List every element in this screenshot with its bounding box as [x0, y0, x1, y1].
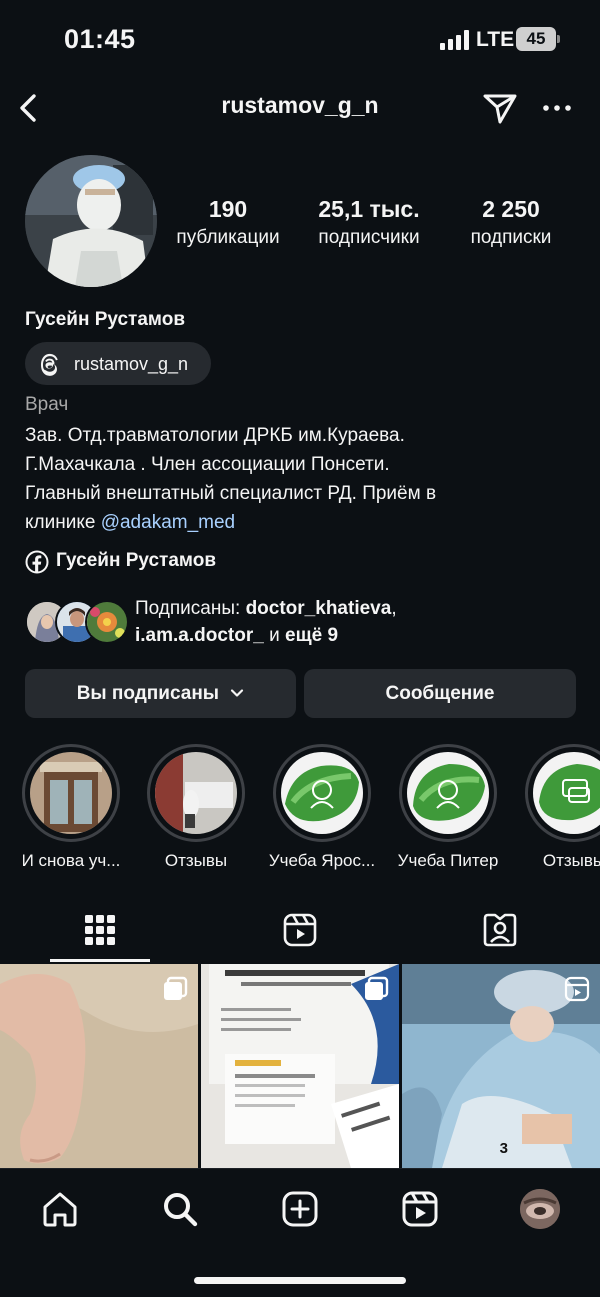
status-bar: 01:45 LTE 45: [0, 0, 600, 80]
mutual-avatars: [25, 600, 129, 644]
tab-posts[interactable]: [0, 900, 200, 962]
followed-by-and: и: [263, 625, 285, 646]
highlight-cover: [533, 752, 600, 834]
grid-post[interactable]: [0, 964, 198, 1168]
network-type: LTE: [476, 28, 515, 51]
threads-icon: [41, 353, 58, 376]
highlight-cover: [30, 752, 112, 834]
grid-icon: [85, 915, 115, 945]
following-count[interactable]: 2 250 подписки: [458, 196, 564, 249]
followed-by-separator: ,: [391, 598, 397, 619]
content-tabs: [0, 900, 600, 962]
posts-count[interactable]: 190 публикации: [166, 196, 290, 249]
reels-icon: [564, 976, 590, 1002]
bio-line: Зав. Отд.травматологии ДРКБ им.Кураева.: [25, 425, 405, 446]
followed-by-prefix: Подписаны:: [135, 598, 246, 619]
bio-line: клинике @adakam_med: [25, 508, 585, 537]
following-button[interactable]: Вы подписаны: [25, 669, 296, 718]
reels-icon: [283, 913, 317, 947]
stat-value: 190: [208, 196, 248, 222]
stat-label: подписчики: [318, 227, 420, 248]
highlight-item[interactable]: И снова уч...: [21, 744, 121, 870]
highlight-ring: [399, 744, 497, 842]
profile-category: Врач: [25, 394, 69, 415]
tab-reels[interactable]: [200, 900, 400, 962]
highlight-ring: [22, 744, 120, 842]
search-icon: [164, 1193, 198, 1227]
bio-line-text: клинике: [25, 512, 101, 533]
profile-full-name: Гусейн Рустамов: [25, 309, 186, 330]
cellular-signal-icon: [440, 30, 469, 50]
followed-by[interactable]: Подписаны: doctor_khatieva, i.am.a.docto…: [25, 595, 585, 651]
profile-header: rustamov_g_n: [0, 80, 600, 136]
nav-reels[interactable]: [398, 1187, 442, 1231]
mutual-username[interactable]: doctor_khatieva: [246, 598, 392, 619]
stat-value: 2 250: [482, 196, 540, 222]
profile-avatar-thumb: [520, 1189, 560, 1229]
active-tab-indicator: [50, 959, 150, 962]
bio-line: Главный внештатный специалист РД. Приём …: [25, 483, 437, 504]
highlight-item[interactable]: Отзывы: [524, 744, 600, 870]
highlight-item[interactable]: Учеба Питер: [398, 744, 498, 870]
highlight-ring: [525, 744, 600, 842]
mutual-more[interactable]: ещё 9: [285, 625, 338, 646]
stat-value: 25,1 тыс.: [318, 196, 420, 222]
more-icon[interactable]: [540, 92, 574, 124]
message-label: Сообщение: [385, 683, 495, 704]
stat-label: публикации: [176, 227, 280, 248]
battery-icon: 45: [516, 27, 556, 51]
profile-avatar[interactable]: [25, 155, 157, 287]
create-icon: [282, 1191, 318, 1227]
send-icon[interactable]: [480, 88, 520, 128]
nav-profile-avatar[interactable]: [520, 1189, 560, 1229]
avatar-photo: [25, 155, 157, 287]
highlight-cover: [281, 752, 363, 834]
highlight-cover: [155, 752, 237, 834]
profile-bio: Зав. Отд.травматологии ДРКБ им.Кураева. …: [25, 421, 585, 537]
nav-search[interactable]: [158, 1187, 202, 1231]
carousel-icon: [164, 976, 188, 1000]
bio-line: Г.Махачкала . Член ассоциации Понсети.: [25, 454, 390, 475]
highlight-ring: [147, 744, 245, 842]
facebook-name: Гусейн Рустамов: [56, 550, 217, 571]
message-button[interactable]: Сообщение: [304, 669, 576, 718]
carousel-icon: [365, 976, 389, 1000]
reels-icon: [402, 1191, 438, 1227]
home-icon: [43, 1192, 77, 1227]
mutual-username[interactable]: i.am.a.doctor_: [135, 625, 264, 646]
battery-nub: [557, 35, 560, 43]
stat-label: подписки: [470, 227, 552, 248]
grid-post[interactable]: [201, 964, 399, 1168]
threads-handle: rustamov_g_n: [74, 354, 189, 374]
nav-create[interactable]: [278, 1187, 322, 1231]
highlight-item[interactable]: Учеба Ярос...: [269, 744, 375, 870]
following-label: Вы подписаны: [76, 683, 220, 704]
followers-count[interactable]: 25,1 тыс. подписчики: [306, 196, 432, 249]
posts-grid: 3: [0, 964, 600, 1168]
facebook-icon: [25, 550, 49, 574]
post-count-badge: 3: [499, 1140, 508, 1157]
highlight-cover: [407, 752, 489, 834]
mutual-avatar: [85, 600, 129, 644]
threads-badge[interactable]: rustamov_g_n: [25, 342, 211, 385]
highlight-ring: [273, 744, 371, 842]
status-time: 01:45: [64, 24, 136, 54]
followed-by-text: Подписаны: doctor_khatieva, i.am.a.docto…: [135, 595, 397, 649]
tab-tagged[interactable]: [400, 900, 600, 962]
nav-home[interactable]: [38, 1187, 82, 1231]
grid-post[interactable]: 3: [402, 964, 600, 1168]
highlight-item[interactable]: Отзывы: [146, 744, 246, 870]
bio-mention-link[interactable]: @adakam_med: [101, 512, 235, 533]
chevron-down-icon: [231, 689, 244, 697]
highlight-label: Отзывы: [542, 851, 600, 870]
home-indicator: [194, 1277, 406, 1284]
tagged-icon: [483, 913, 517, 947]
